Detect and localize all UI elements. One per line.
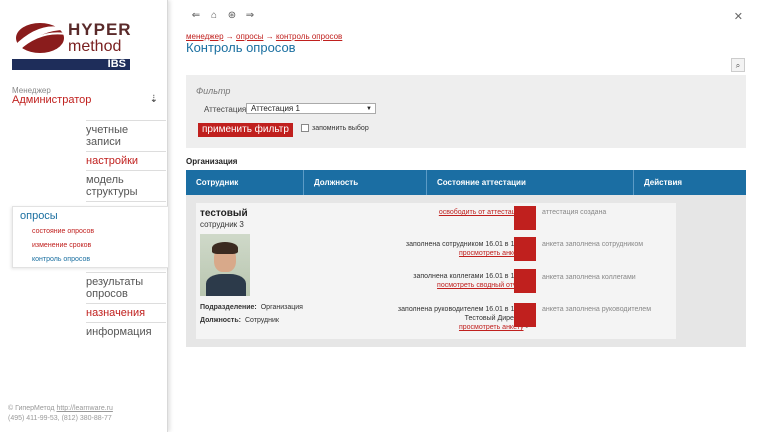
sidebar-item-assignments[interactable]: назначения [86, 303, 166, 322]
event-text: заполнена руководителем 16.01 в 17:27 [397, 306, 528, 313]
logo-text-ibs: IBS [107, 58, 126, 70]
page-title: Контроль опросов [186, 40, 296, 55]
event-manager-filled: заполнена руководителем 16.01 в 17:27 Те… [398, 305, 528, 332]
nav-toolbar: ⇐ ⌂ ⊛ ⇒ [190, 10, 256, 22]
status-indicator [514, 237, 536, 261]
event-text: заполнена коллегами 16.01 в 17:29 [413, 273, 528, 280]
sidebar-subitem-survey-status[interactable]: состояние опросов [20, 225, 168, 239]
table-row: тестовый сотрудник 3 Подразделение: Орган… [196, 203, 676, 339]
logo-bar: IBS [12, 58, 130, 70]
position-row: Должность: Сотрудник [200, 317, 279, 324]
event-colleagues-filled: заполнена коллегами 16.01 в 17:29 посмот… [413, 272, 528, 290]
attestation-label: Аттестация: [204, 105, 249, 114]
remember-checkbox[interactable] [301, 124, 309, 132]
sidebar-item-survey-results[interactable]: результаты опросов [86, 272, 166, 303]
logo-text-method: method [68, 38, 122, 55]
status-text: анкета заполнена сотрудником [542, 241, 644, 248]
department-row: Подразделение: Организация [200, 304, 303, 311]
menu-bottom: результаты опросов назначения информация [86, 272, 166, 341]
status-indicator [514, 206, 536, 230]
sidebar-active-section: опросы состояние опросов изменение сроко… [12, 206, 168, 268]
remember-label: запомнить выбор [312, 124, 369, 132]
role-value: Администратор [12, 94, 92, 106]
footer-phones: (495) 411-99-53, (812) 380-88-77 [8, 415, 112, 422]
sidebar-item-information[interactable]: информация [86, 322, 166, 341]
menu-top: учетные записи настройки модель структур… [86, 120, 166, 220]
logo-text-hyper: HYPER [68, 20, 132, 39]
column-header-position: Должность [304, 170, 427, 195]
filter-title: Фильтр [196, 86, 231, 96]
position-value: Сотрудник [244, 317, 279, 324]
column-header-employee: Сотрудник [186, 170, 304, 195]
zoom-icon[interactable]: ⌕ [731, 58, 745, 72]
sidebar-item-surveys[interactable]: опросы [20, 210, 168, 222]
sidebar-subitem-survey-control[interactable]: контроль опросов [20, 253, 168, 267]
org-title: Организация [186, 157, 238, 166]
view-summary-report-link[interactable]: посмотреть сводный отчет [437, 282, 523, 289]
employee-role: сотрудник 3 [200, 220, 244, 229]
department-label: Подразделение: [200, 304, 257, 311]
logo-swoosh-icon [14, 23, 70, 53]
status-indicator [514, 269, 536, 293]
status-text: анкета заполнена коллегами [542, 274, 636, 281]
filter-panel: Фильтр Аттестация: Аттестация 1 ▼ примен… [186, 75, 746, 148]
position-label: Должность: [200, 317, 241, 324]
sidebar-footer: © ГиперМетод http://learnware.ru (495) 4… [8, 404, 113, 424]
logo[interactable]: HYPER method IBS [12, 16, 132, 70]
footer-link[interactable]: http://learnware.ru [56, 405, 112, 412]
sidebar-subitem-change-dates[interactable]: изменение сроков [20, 239, 168, 253]
event-text: заполнена сотрудником 16.01 в 17:29 [405, 241, 528, 248]
attestation-select[interactable]: Аттестация 1 ▼ [246, 103, 376, 114]
chevron-down-icon: ▼ [366, 106, 372, 112]
sidebar-item-structure-model[interactable]: модель структуры [86, 170, 166, 201]
event-person: Тестовый Директор [464, 315, 528, 322]
employee-photo [200, 234, 250, 296]
column-header-attestation-status: Состояние аттестации [427, 170, 634, 195]
sidebar: HYPER method IBS Менеджер Администратор … [0, 0, 168, 432]
role-selector[interactable]: Администратор ⇣ [12, 94, 158, 106]
remember-choice[interactable]: запомнить выбор [301, 124, 369, 132]
table-body: тестовый сотрудник 3 Подразделение: Орган… [186, 195, 746, 347]
footer-copyright: © ГиперМетод [8, 405, 55, 412]
table-header: Сотрудник Должность Состояние аттестации… [186, 170, 746, 195]
arrow-down-icon[interactable]: ⇣ [150, 94, 158, 106]
employee-name: тестовый [200, 208, 248, 219]
event-employee-filled: заполнена сотрудником 16.01 в 17:29 прос… [406, 240, 528, 258]
sidebar-item-settings[interactable]: настройки [86, 151, 166, 170]
home-icon[interactable]: ⌂ [208, 10, 220, 22]
status-text: анкета заполнена руководителем [542, 306, 652, 313]
status-indicator [514, 303, 536, 327]
column-header-actions: Действия [644, 178, 683, 187]
status-text: аттестация создана [542, 209, 607, 216]
department-value: Организация [260, 304, 303, 311]
main-content: ⇐ ⌂ ⊛ ⇒ ✕ менеджер → опросы → контроль о… [168, 0, 765, 432]
back-icon[interactable]: ⇐ [190, 10, 202, 22]
release-attestation-link[interactable]: освободить от аттестации [439, 209, 524, 216]
attestation-select-value: Аттестация 1 [251, 104, 300, 113]
close-icon[interactable]: ✕ [734, 10, 743, 23]
forward-icon[interactable]: ⇒ [244, 10, 256, 22]
sidebar-item-accounts[interactable]: учетные записи [86, 120, 166, 151]
apply-filter-button[interactable]: применить фильтр [198, 123, 293, 137]
help-icon[interactable]: ⊛ [226, 10, 238, 22]
